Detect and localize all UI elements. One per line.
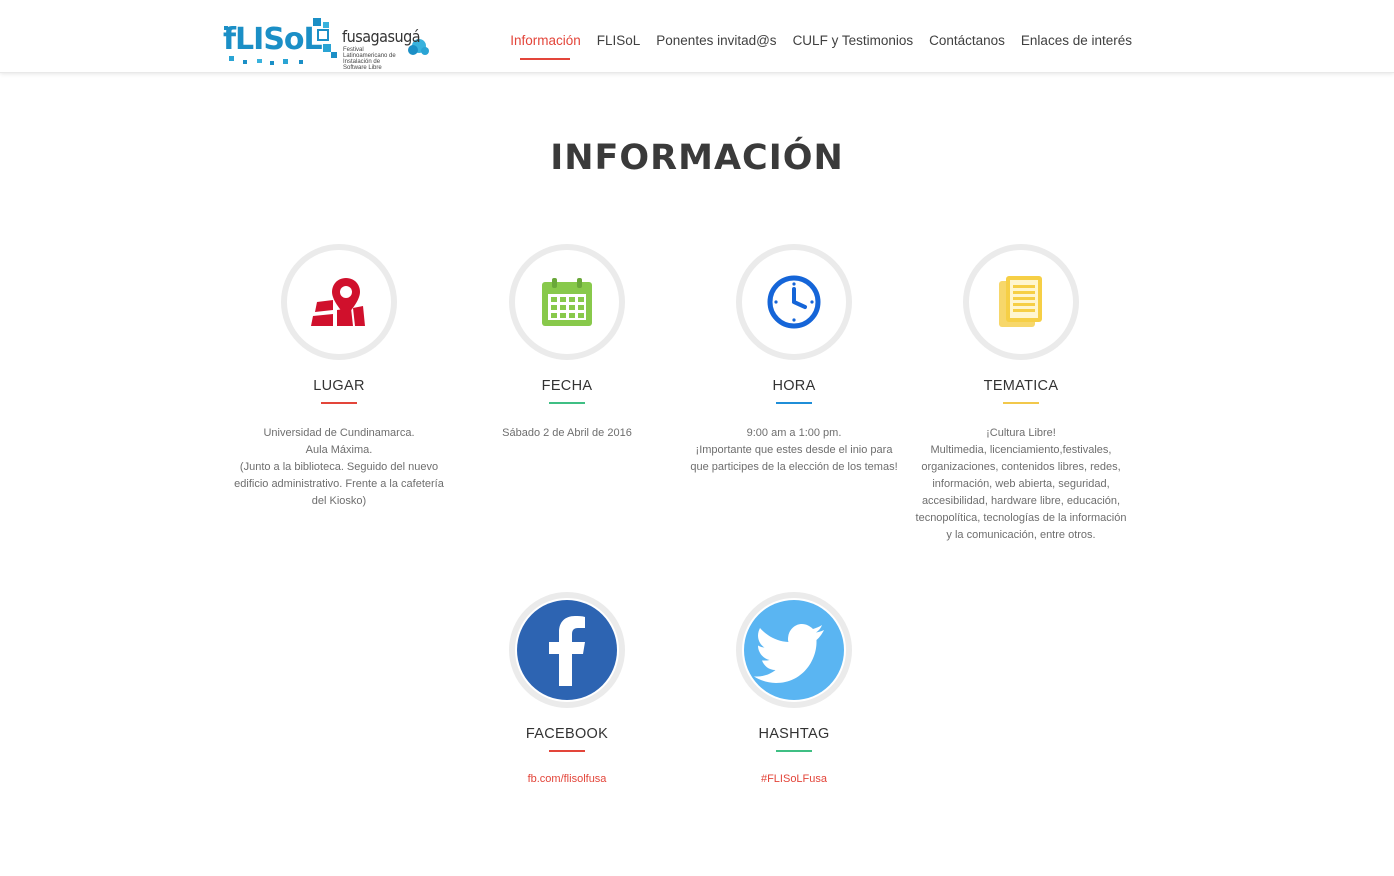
card-title: HASHTAG <box>758 726 830 742</box>
hashtag-link[interactable]: #FLISoLFusa <box>761 773 827 785</box>
icon-circle <box>509 592 625 708</box>
nav-ponentes[interactable]: Ponentes invitad@s <box>648 33 784 48</box>
card-divider <box>549 402 585 404</box>
logo-city: fusagasugá <box>342 27 421 46</box>
card-line-text: Aula Máxima. <box>305 444 373 456</box>
card-description: Universidad de Cundinamarca. Aula Máxima… <box>225 425 453 510</box>
icon-circle <box>509 244 625 360</box>
card-divider <box>321 402 357 404</box>
card-title: TEMATICA <box>983 378 1059 394</box>
logo-wordmark: fLISoL <box>223 22 323 57</box>
info-card-lugar: LUGAR Universidad de Cundinamarca. Aula … <box>225 244 453 510</box>
card-divider <box>1003 402 1039 404</box>
twitter-icon[interactable] <box>744 600 844 700</box>
social-card-hashtag: HASHTAG #FLISoLFusa <box>680 592 908 787</box>
icon-circle <box>963 244 1079 360</box>
facebook-icon[interactable] <box>517 600 617 700</box>
card-description: ¡Cultura Libre! Multimedia, licenciamien… <box>907 425 1135 544</box>
nav-informacion[interactable]: Información <box>502 33 589 48</box>
icon-circle <box>281 244 397 360</box>
page-title: INFORMACIÓN <box>550 138 844 178</box>
nav-contactanos[interactable]: Contáctanos <box>921 33 1013 48</box>
icon-circle <box>736 244 852 360</box>
card-description: Sábado 2 de Abril de 2016 <box>453 425 681 442</box>
nav-flisol[interactable]: FLISoL <box>589 33 649 48</box>
site-header: fLISoL fusagasugá Festival Latinoamerica… <box>0 0 1394 73</box>
card-line-text: Sábado 2 de Abril de 2016 <box>502 427 632 439</box>
main-nav: Información FLISoL Ponentes invitad@s CU… <box>502 33 1140 48</box>
card-divider <box>776 402 812 404</box>
card-title: LUGAR <box>313 378 365 394</box>
card-line-text: Multimedia, licenciamiento,festivales, o… <box>915 444 1127 541</box>
card-line-text: (Junto a la biblioteca. Seguido del nuev… <box>234 461 444 507</box>
facebook-link[interactable]: fb.com/flisolfusa <box>528 773 607 785</box>
document-icon <box>999 276 1042 327</box>
card-line-text: ¡Cultura Libre! <box>986 427 1056 439</box>
card-line-text: ¡Importante que estes desde el inio para… <box>690 444 898 473</box>
logo-tagline: Festival Latinoamericano de Instalación … <box>343 47 396 71</box>
card-description: 9:00 am a 1:00 pm. ¡Importante que estes… <box>680 425 908 476</box>
flisol-logo[interactable]: fLISoL fusagasugá Festival Latinoamerica… <box>223 16 433 71</box>
icon-circle <box>736 592 852 708</box>
card-title: HORA <box>772 378 816 394</box>
card-line-text: 9:00 am a 1:00 pm. <box>746 427 842 439</box>
card-title: FECHA <box>541 378 593 394</box>
clock-icon <box>767 275 821 329</box>
card-divider <box>776 750 812 752</box>
card-line-text: Universidad de Cundinamarca. <box>263 427 415 439</box>
card-divider <box>549 750 585 752</box>
info-card-tematica: TEMATICA ¡Cultura Libre! Multimedia, lic… <box>907 244 1135 544</box>
info-card-hora: HORA 9:00 am a 1:00 pm. ¡Importante que … <box>680 244 908 476</box>
info-card-fecha: FECHA Sábado 2 de Abril de 2016 <box>453 244 681 442</box>
nav-culf-testimonios[interactable]: CULF y Testimonios <box>785 33 922 48</box>
calendar-icon <box>542 278 592 326</box>
nav-enlaces[interactable]: Enlaces de interés <box>1013 33 1140 48</box>
map-pin-icon <box>311 278 365 326</box>
social-card-facebook: FACEBOOK fb.com/flisolfusa <box>453 592 681 787</box>
card-title: FACEBOOK <box>525 726 609 742</box>
